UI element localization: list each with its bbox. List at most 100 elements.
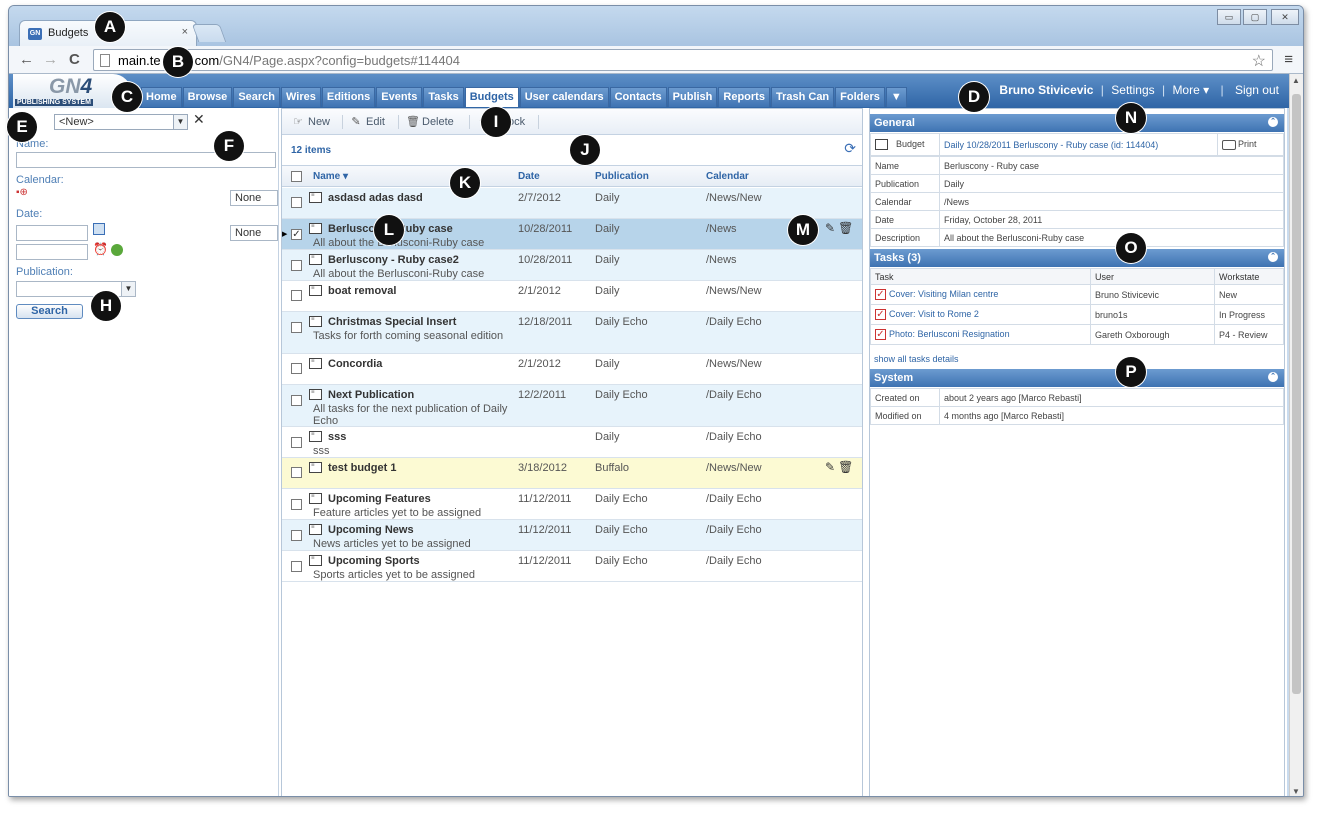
address-bar[interactable]: main.te com/GN4/Page.aspx?config=budgets#… <box>93 49 1273 71</box>
browser-menu-icon[interactable]: ≡ <box>1284 51 1293 68</box>
row-checkbox[interactable] <box>291 395 302 406</box>
scroll-up-icon[interactable]: ▲ <box>1292 76 1300 85</box>
nav-tab-trash-can[interactable]: Trash Can <box>770 87 835 107</box>
nav-tab-events[interactable]: Events <box>376 87 423 107</box>
col-date[interactable]: Date <box>518 171 540 182</box>
row-checkbox[interactable] <box>291 260 302 271</box>
nav-tab-search[interactable]: Search <box>233 87 281 107</box>
row-checkbox[interactable] <box>291 322 302 333</box>
calendar-none-select[interactable]: None <box>230 190 278 206</box>
row-name[interactable]: Berluscony - Ruby case2 <box>328 254 459 266</box>
page-scrollbar[interactable]: ▲ ▼ <box>1289 74 1303 796</box>
trash-icon[interactable]: 🗑 <box>838 221 853 235</box>
nav-tab-home[interactable]: Home <box>141 87 182 107</box>
back-icon[interactable]: ← <box>19 51 34 68</box>
settings-link[interactable]: Settings <box>1111 83 1154 97</box>
row-name[interactable]: boat removal <box>328 285 396 297</box>
collapse-icon[interactable]: ⌃ <box>1268 117 1278 127</box>
row-name[interactable]: asdasd adas dasd <box>328 192 423 204</box>
task-link[interactable]: Photo: Berlusconi Resignation <box>889 329 1010 339</box>
row-name[interactable]: sss <box>328 431 346 443</box>
nav-tab-wires[interactable]: Wires <box>281 87 321 107</box>
forward-icon[interactable]: → <box>43 51 58 68</box>
task-check-icon[interactable]: ✓ <box>875 329 886 341</box>
row-name[interactable]: test budget 1 <box>328 462 396 474</box>
task-check-icon[interactable]: ✓ <box>875 309 886 321</box>
maximize-button[interactable]: ▢ <box>1243 9 1267 25</box>
table-row[interactable]: ≡ Berluscony - Ruby case2 All about the Be… <box>282 250 862 281</box>
scroll-thumb[interactable] <box>1292 94 1301 694</box>
new-button[interactable]: ☞ New <box>292 115 330 128</box>
table-row[interactable]: ≡ asdasd adas dasd 2/7/2012 Daily/News/New <box>282 188 862 219</box>
row-name[interactable]: Next Publication <box>328 389 414 401</box>
date-none-select[interactable]: None <box>230 225 278 241</box>
row-checkbox[interactable] <box>291 437 302 448</box>
row-name[interactable]: Upcoming News <box>328 524 414 536</box>
row-checkbox[interactable]: ✓ <box>291 229 302 240</box>
row-name[interactable]: Upcoming Features <box>328 493 431 505</box>
date-from-input[interactable] <box>16 225 88 241</box>
signout-link[interactable]: Sign out <box>1235 83 1279 97</box>
nav-tab-reports[interactable]: Reports <box>718 87 770 107</box>
tasks-header[interactable]: Tasks (3) ⌃ <box>870 249 1284 267</box>
edit-icon[interactable]: ✎ <box>825 221 835 235</box>
publication-select[interactable]: ▼ <box>16 281 136 297</box>
nav-tab-budgets[interactable]: Budgets <box>464 87 519 107</box>
more-link[interactable]: More ▾ <box>1172 83 1209 97</box>
edit-icon[interactable]: ✎ <box>825 460 835 474</box>
table-row[interactable]: ▶✓≡Berluscony - Ruby caseAll about the B… <box>282 219 862 250</box>
search-button[interactable]: Search <box>16 304 83 319</box>
calendar-icon[interactable] <box>93 223 105 235</box>
table-row[interactable]: ≡ Next Publication All tasks for the next … <box>282 385 862 427</box>
row-checkbox[interactable] <box>291 499 302 510</box>
nav-tab-tasks[interactable]: Tasks <box>423 87 464 107</box>
col-name[interactable]: Name ▾ <box>313 171 348 182</box>
collapse-icon[interactable]: ⌃ <box>1268 372 1278 382</box>
nav-tab-editions[interactable]: Editions <box>321 87 376 107</box>
reload-icon[interactable]: C <box>69 51 80 68</box>
globe-icon[interactable] <box>111 244 123 256</box>
trash-icon[interactable]: 🗑 <box>838 460 853 474</box>
edit-button[interactable]: ✎ Edit <box>350 115 385 128</box>
refresh-icon[interactable]: ⟳ <box>844 140 856 157</box>
table-row[interactable]: ≡ Upcoming Features Feature articles yet t… <box>282 489 862 520</box>
system-header[interactable]: System ⌃ <box>870 369 1284 387</box>
col-user[interactable]: User <box>1090 268 1215 285</box>
nav-tab-publish[interactable]: Publish <box>667 87 718 107</box>
nav-tab-more[interactable]: ▼ <box>885 87 907 107</box>
table-row[interactable]: ≡ Upcoming Sports Sports articles yet to b… <box>282 551 862 582</box>
nav-tab-contacts[interactable]: Contacts <box>609 87 667 107</box>
col-publication[interactable]: Publication <box>595 171 649 182</box>
row-checkbox[interactable] <box>291 290 302 301</box>
table-row[interactable]: ≡ Upcoming News News articles yet to be as… <box>282 520 862 551</box>
alarm-clock-icon[interactable]: ⏰ <box>93 242 108 256</box>
minimize-button[interactable]: ▭ <box>1217 9 1241 25</box>
bookmark-star-icon[interactable]: ☆ <box>1252 51 1266 71</box>
row-checkbox[interactable] <box>291 561 302 572</box>
budget-link[interactable]: Daily 10/28/2011 Berluscony - Ruby case … <box>944 140 1158 150</box>
clear-icon[interactable]: ✕ <box>193 111 205 128</box>
row-name[interactable]: Concordia <box>328 358 382 370</box>
delete-button[interactable]: 🗑 Delete <box>406 115 454 128</box>
table-row[interactable]: ≡ boat removal 2/1/2012 Daily/News/New <box>282 281 862 312</box>
col-workstate[interactable]: Workstate <box>1214 268 1284 285</box>
table-row[interactable]: ≡ Christmas Special Insert Tasks for forth… <box>282 312 862 354</box>
tab-close-icon[interactable]: × <box>182 26 188 38</box>
close-window-button[interactable]: ✕ <box>1271 9 1299 25</box>
print-button[interactable]: Print <box>1222 139 1257 150</box>
user-name[interactable]: Bruno Stivicevic <box>999 83 1093 97</box>
task-check-icon[interactable]: ✓ <box>875 289 886 301</box>
table-row[interactable]: ≡ Concordia 2/1/2012 Daily/News/New <box>282 354 862 385</box>
calendar-picker-icon[interactable]: ▪⊕ <box>16 187 28 198</box>
date-to-input[interactable] <box>16 244 88 260</box>
show-all-tasks-link[interactable]: show all tasks details <box>874 354 959 364</box>
collapse-icon[interactable]: ⌃ <box>1268 252 1278 262</box>
row-checkbox[interactable] <box>291 363 302 374</box>
nav-tab-folders[interactable]: Folders <box>835 87 885 107</box>
select-all-checkbox[interactable] <box>291 171 302 182</box>
table-row[interactable]: ≡ test budget 1 3/18/2012 Buffalo/News/New ✎… <box>282 458 862 489</box>
nav-tab-browse[interactable]: Browse <box>182 87 233 107</box>
task-link[interactable]: Cover: Visiting Milan centre <box>889 289 998 299</box>
preset-select[interactable]: <New> ▼ <box>54 114 188 130</box>
col-calendar[interactable]: Calendar <box>706 171 749 182</box>
